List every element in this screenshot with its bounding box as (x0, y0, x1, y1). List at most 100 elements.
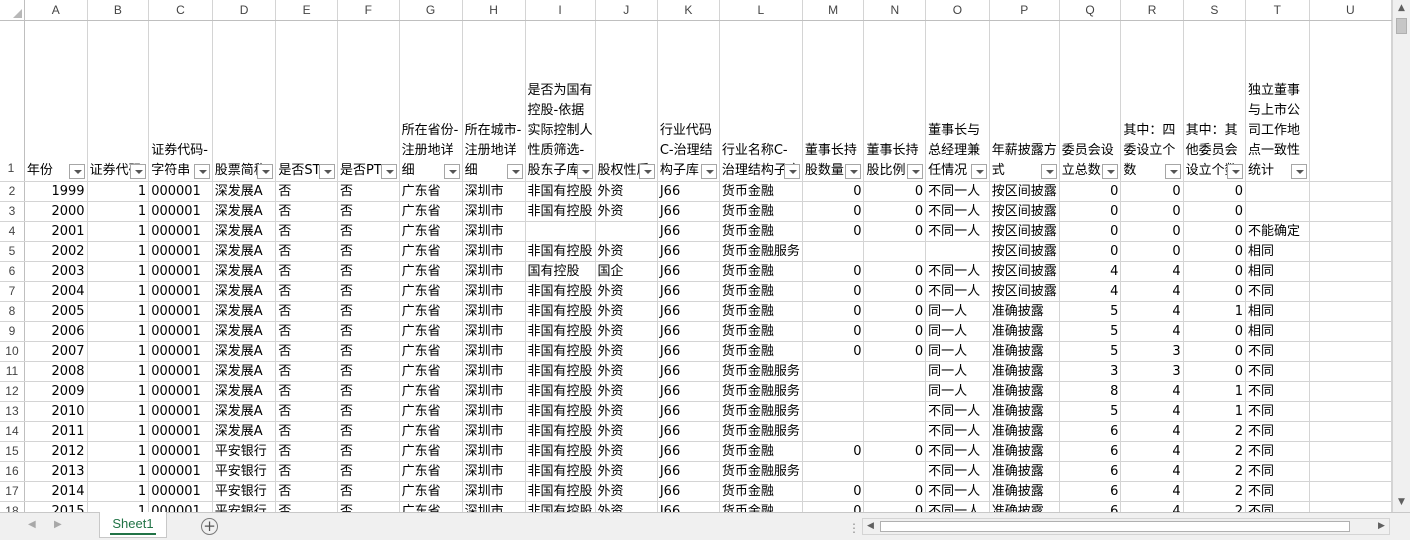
cell-i[interactable]: 非国有控股 (525, 481, 596, 502)
cell-a[interactable]: 2014 (24, 481, 88, 502)
cell-k[interactable]: J66 (657, 261, 720, 282)
cell-m[interactable]: 0 (802, 301, 865, 322)
cell-i[interactable]: 非国有控股 (525, 181, 596, 202)
vertical-scroll-thumb[interactable] (1396, 18, 1407, 34)
cell-q[interactable]: 5 (1059, 321, 1122, 342)
cell-t[interactable]: 不同 (1245, 481, 1310, 502)
cell-a[interactable]: 2008 (24, 361, 88, 382)
cell-m[interactable]: 0 (802, 341, 865, 362)
cell-l[interactable]: 货币金融 (719, 341, 803, 362)
cell-f[interactable]: 否 (337, 341, 400, 362)
filter-dropdown-icon[interactable] (576, 163, 593, 179)
cell-q[interactable]: 6 (1059, 441, 1122, 462)
cell-u[interactable] (1309, 421, 1392, 442)
cell-i[interactable]: 非国有控股 (525, 441, 596, 462)
cell-m[interactable]: 0 (802, 441, 865, 462)
column-header-u[interactable]: U (1309, 0, 1392, 21)
vertical-scrollbar[interactable]: ▲ ▼ (1392, 0, 1410, 512)
cell-l[interactable]: 货币金融 (719, 301, 803, 322)
cell-o[interactable]: 不同一人 (925, 421, 990, 442)
cell-a[interactable]: 2013 (24, 461, 88, 482)
cell-r[interactable]: 4 (1120, 281, 1184, 302)
cell-s[interactable]: 0 (1183, 261, 1246, 282)
row-header[interactable]: 8 (0, 301, 25, 322)
cell-f[interactable]: 否 (337, 201, 400, 222)
cell-r[interactable]: 4 (1120, 481, 1184, 502)
cell-f[interactable]: 否 (337, 301, 400, 322)
cell-r[interactable]: 4 (1120, 321, 1184, 342)
cell-b[interactable]: 1 (87, 401, 150, 422)
cell-h[interactable]: 深圳市 (462, 181, 526, 202)
cell-u[interactable] (1309, 241, 1392, 262)
cell-d[interactable]: 深发展A (212, 401, 277, 422)
cell-r[interactable]: 4 (1120, 261, 1184, 282)
cell-p[interactable]: 准确披露 (989, 461, 1060, 482)
cell-l[interactable]: 货币金融服务 (719, 361, 803, 382)
sheet-tab-sheet1[interactable]: Sheet1 (99, 512, 167, 538)
filter-dropdown-icon[interactable] (1040, 163, 1057, 179)
scroll-right-icon[interactable]: ▶ (1374, 519, 1389, 534)
cell-d[interactable]: 深发展A (212, 221, 277, 242)
cell-i[interactable]: 非国有控股 (525, 281, 596, 302)
cell-n[interactable]: 0 (863, 281, 927, 302)
cell-a[interactable]: 2006 (24, 321, 88, 342)
cell-q[interactable]: 8 (1059, 381, 1122, 402)
cell-e[interactable]: 否 (275, 501, 338, 512)
cell-g[interactable]: 广东省 (399, 241, 463, 262)
cell-l[interactable]: 货币金融服务 (719, 241, 803, 262)
cell-f[interactable]: 否 (337, 361, 400, 382)
cell-s[interactable]: 1 (1183, 301, 1246, 322)
add-sheet-button[interactable]: + (201, 518, 218, 535)
cell-s[interactable]: 0 (1183, 221, 1246, 242)
cell-h[interactable]: 深圳市 (462, 221, 526, 242)
column-header-h[interactable]: H (462, 0, 526, 21)
cell-s[interactable]: 0 (1183, 201, 1246, 222)
column-header-f[interactable]: F (337, 0, 400, 21)
field-header-cell[interactable]: 董事长持股比例 (863, 20, 927, 182)
cell-p[interactable]: 按区间披露 (989, 281, 1060, 302)
cell-o[interactable]: 不同一人 (925, 201, 990, 222)
row-header[interactable]: 13 (0, 401, 25, 422)
field-header-cell[interactable]: 其中：其他委员会设立个数 (1183, 20, 1246, 182)
column-header-j[interactable]: J (595, 0, 658, 21)
cell-t[interactable] (1245, 181, 1310, 202)
cell-s[interactable]: 2 (1183, 441, 1246, 462)
cell-a[interactable]: 2000 (24, 201, 88, 222)
field-header-cell[interactable]: 行业代码C-治理结构子库 (657, 20, 720, 182)
cell-l[interactable]: 货币金融 (719, 181, 803, 202)
row-header[interactable]: 5 (0, 241, 25, 262)
cell-j[interactable]: 外资 (595, 481, 658, 502)
filter-dropdown-icon[interactable] (1226, 163, 1243, 179)
field-header-cell[interactable]: 委员会设立总数 (1059, 20, 1122, 182)
cell-c[interactable]: 000001 (148, 221, 213, 242)
cell-m[interactable] (802, 401, 865, 422)
cell-c[interactable]: 000001 (148, 461, 213, 482)
cell-k[interactable]: J66 (657, 501, 720, 512)
cell-n[interactable] (863, 381, 927, 402)
cell-o[interactable]: 同一人 (925, 361, 990, 382)
row-header[interactable]: 7 (0, 281, 25, 302)
field-header-cell[interactable]: 是否ST (275, 20, 338, 182)
cell-j[interactable]: 外资 (595, 361, 658, 382)
cell-c[interactable]: 000001 (148, 181, 213, 202)
cell-u[interactable] (1309, 401, 1392, 422)
cell-e[interactable]: 否 (275, 201, 338, 222)
cell-t[interactable]: 不同 (1245, 401, 1310, 422)
cell-c[interactable]: 000001 (148, 421, 213, 442)
cell-t[interactable]: 不同 (1245, 361, 1310, 382)
cell-d[interactable]: 深发展A (212, 341, 277, 362)
cell-i[interactable]: 国有控股 (525, 261, 596, 282)
column-header-d[interactable]: D (212, 0, 277, 21)
cell-e[interactable]: 否 (275, 461, 338, 482)
cell-j[interactable]: 外资 (595, 321, 658, 342)
cell-s[interactable]: 0 (1183, 321, 1246, 342)
cell-l[interactable]: 货币金融 (719, 501, 803, 512)
cell-h[interactable]: 深圳市 (462, 481, 526, 502)
cell-c[interactable]: 000001 (148, 401, 213, 422)
cell-k[interactable]: J66 (657, 201, 720, 222)
cell-h[interactable]: 深圳市 (462, 341, 526, 362)
cell-o[interactable] (925, 241, 990, 262)
cell-n[interactable]: 0 (863, 481, 927, 502)
column-header-r[interactable]: R (1120, 0, 1184, 21)
field-header-cell[interactable]: 所在城市-注册地详细 (462, 20, 526, 182)
